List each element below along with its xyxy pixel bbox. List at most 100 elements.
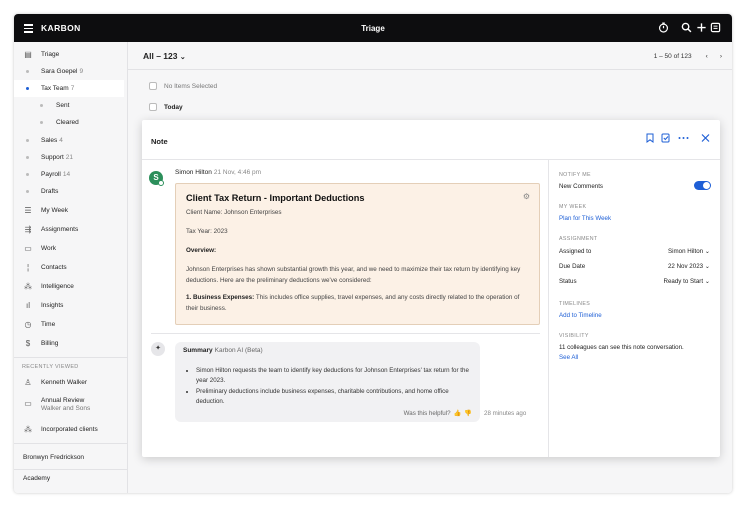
summary-header: Summary Karbon AI (Beta) (183, 347, 263, 354)
recent-item-incorporated-clients[interactable]: ⁂ Incorporated clients (14, 421, 124, 438)
person-icon: ♙ (24, 378, 32, 387)
tax-year-line: Tax Year: 2023 (186, 228, 228, 235)
due-date-label: Due Date (559, 263, 586, 270)
chevron-down-icon: ⌄ (704, 248, 710, 255)
divider (151, 333, 540, 334)
assigned-label: Assigned to (559, 248, 592, 255)
assignee-dropdown[interactable]: Simon Hilton ⌄ (668, 248, 710, 255)
dot-icon (26, 87, 29, 90)
bookmark-icon[interactable] (646, 133, 654, 143)
page-title: Triage (361, 24, 385, 33)
list-icon: ☰ (24, 206, 32, 215)
chevron-left-icon[interactable]: ‹ (706, 53, 708, 60)
see-all-link[interactable]: See All (559, 354, 578, 361)
sidebar-item-billing[interactable]: $ Billing (14, 335, 124, 352)
dot-icon (40, 104, 43, 107)
chevron-down-icon: ⌄ (179, 54, 186, 61)
feedback: Was this helpful? 👍 👎 (403, 410, 472, 417)
dot-icon (26, 139, 29, 142)
summary-time: 28 minutes ago (484, 410, 527, 417)
contacts-icon: ¦ (26, 263, 30, 272)
chevron-right-icon[interactable]: › (720, 53, 722, 60)
sidebar-item-sales[interactable]: Sales 4 (14, 132, 124, 149)
sidebar-item-insights[interactable]: ıl Insights (14, 297, 124, 314)
sidebar: ▤ Triage Sara Goepel 9 Tax Team 7 Sent Clea… (14, 42, 128, 493)
note-timestamp: 21 Nov, 4:46 pm (213, 169, 262, 176)
sidebar-item-support[interactable]: Support 21 (14, 149, 124, 166)
overview-label: Overview: (186, 247, 217, 254)
item-count: 21 (65, 154, 74, 161)
sidebar-item-drafts[interactable]: Drafts (14, 183, 124, 200)
sidebar-item-assignments[interactable]: ⇶ Assignments (14, 221, 124, 238)
recent-item-kenneth-walker[interactable]: ♙ Kenneth Walker (14, 374, 124, 391)
chevron-down-icon: ⌄ (704, 263, 710, 270)
sidebar-item-time[interactable]: ◷ Time (14, 316, 124, 333)
client-line: Client Name: Johnson Enterprises (186, 209, 282, 216)
add-icon[interactable] (696, 22, 707, 33)
sidebar-item-sent[interactable]: Sent (14, 97, 124, 114)
inbox-icon: ▤ (24, 50, 32, 59)
user-name[interactable]: Bronwyn Fredrickson (14, 449, 124, 466)
deduction-item-1: 1. Business Expenses: This includes offi… (186, 294, 520, 312)
summary-bullet: Preliminary deductions include business … (196, 387, 471, 407)
briefcase-icon: ▭ (24, 244, 32, 253)
item-count: 4 (59, 137, 63, 144)
item-count: 9 (79, 68, 84, 75)
notify-toggle[interactable] (694, 181, 711, 190)
notify-label: New Comments (559, 183, 604, 190)
status-dropdown[interactable]: Ready to Start ⌄ (664, 278, 710, 285)
dot-icon (26, 173, 29, 176)
clock-icon: ◷ (24, 320, 32, 329)
summary-list: Simon Hilton requests the team to identi… (196, 366, 471, 408)
overview-text: Johnson Enterprises has shown substantia… (186, 266, 521, 284)
note-details: NOTIFY ME New Comments MY WEEK Plan for … (548, 160, 720, 457)
ai-summary: SummaryKarbon AI (Beta) Simon Hilton req… (175, 342, 480, 422)
add-timeline-link[interactable]: Add to Timeline (559, 312, 602, 319)
sidebar-item-triage[interactable]: ▤ Triage (14, 46, 124, 63)
gear-icon[interactable]: ⚙ (523, 192, 530, 201)
close-icon[interactable] (701, 133, 710, 143)
assignment-header: ASSIGNMENT (559, 236, 598, 242)
academy-link[interactable]: Academy (14, 470, 124, 487)
more-icon[interactable] (678, 133, 689, 143)
item-count: 14 (62, 171, 71, 178)
sidebar-item-contacts[interactable]: ¦ Contacts (14, 259, 124, 276)
select-all-checkbox[interactable] (149, 82, 157, 90)
note-panel-title: Note (151, 137, 168, 146)
divider (14, 443, 128, 444)
recent-item-annual-review[interactable]: ▭ Annual Review Walker and Sons (14, 394, 124, 416)
chevron-down-icon: ⌄ (704, 278, 710, 285)
pagination: 1 – 50 of 123 ‹ › (653, 53, 722, 60)
search-icon[interactable] (681, 22, 692, 33)
sidebar-item-tax-team[interactable]: Tax Team 7 (14, 80, 124, 97)
thumbs-up-icon[interactable]: 👍 (454, 410, 462, 417)
notify-header: NOTIFY ME (559, 172, 591, 178)
sparkle-icon: ✦ (151, 342, 165, 356)
my-week-header: MY WEEK (559, 204, 587, 210)
group-checkbox[interactable] (149, 103, 157, 111)
compose-icon[interactable] (710, 22, 721, 33)
check-icon (158, 180, 164, 186)
task-check-icon[interactable] (661, 133, 671, 143)
note-card: Client Tax Return - Important Deductions… (175, 183, 540, 325)
dot-icon (26, 70, 29, 73)
thumbs-down-icon[interactable]: 👎 (464, 410, 472, 417)
plan-week-link[interactable]: Plan for This Week (559, 215, 611, 222)
visibility-header: VISIBILITY (559, 333, 589, 339)
sidebar-item-sara-goepel[interactable]: Sara Goepel 9 (14, 63, 124, 80)
group-icon: ⁂ (24, 425, 32, 434)
divider (128, 69, 732, 70)
briefcase-icon: ▭ (24, 399, 32, 408)
filter-dropdown[interactable]: All – 123 ⌄ (143, 51, 186, 61)
recent-header: RECENTLY VIEWED (22, 364, 79, 370)
note-panel: Note S Simon Hilton 21 Nov, 4:46 pm Clien… (142, 120, 720, 457)
sidebar-item-intelligence[interactable]: ⁂ Intelligence (14, 278, 124, 295)
sidebar-item-cleared[interactable]: Cleared (14, 114, 124, 131)
due-date-dropdown[interactable]: 22 Nov 2023 ⌄ (668, 263, 710, 270)
sidebar-item-payroll[interactable]: Payroll 14 (14, 166, 124, 183)
divider (14, 357, 128, 358)
sidebar-item-my-week[interactable]: ☰ My Week (14, 202, 124, 219)
sidebar-item-work[interactable]: ▭ Work (14, 240, 124, 257)
intelligence-icon: ⁂ (24, 282, 32, 291)
timer-icon[interactable] (658, 22, 669, 33)
